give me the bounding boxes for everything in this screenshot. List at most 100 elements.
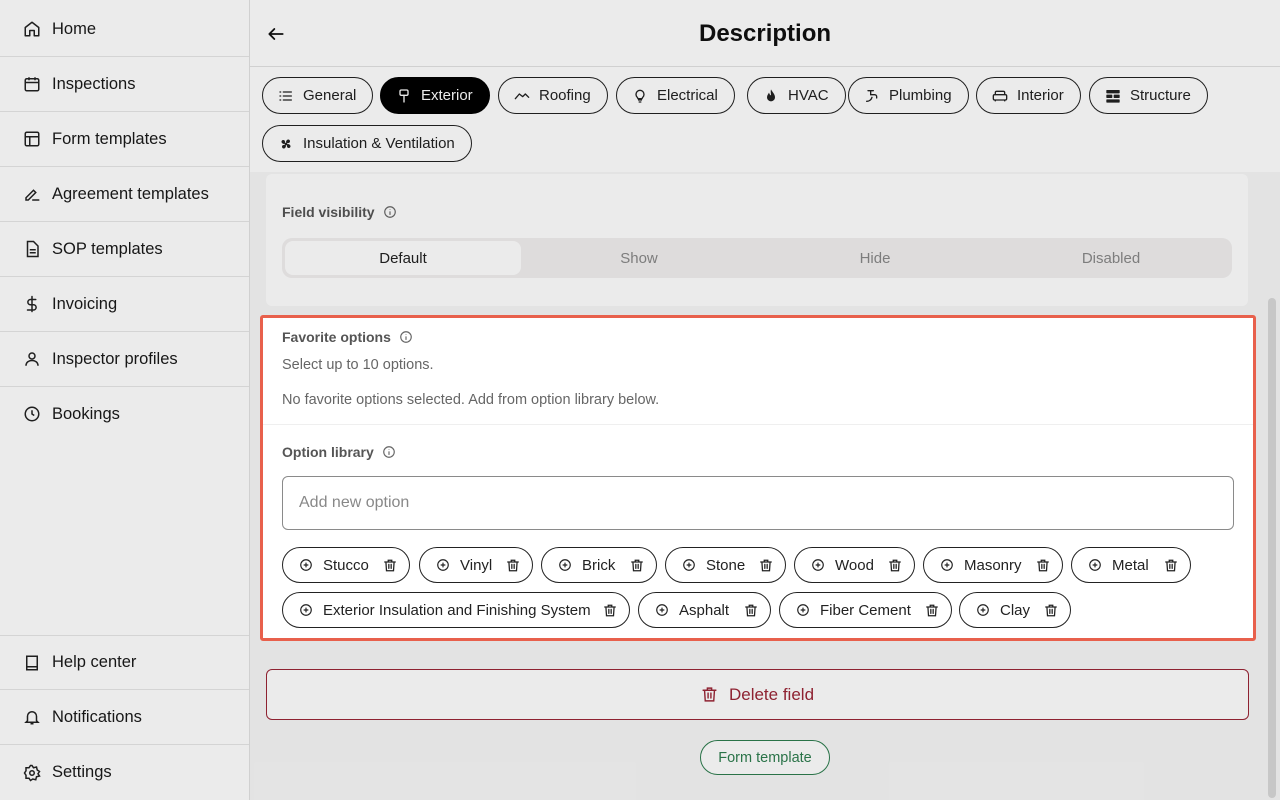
- sidebar: Home Inspections Form templates Agreemen…: [0, 0, 250, 800]
- sidebar-item-label: Help center: [52, 653, 137, 671]
- option-chip[interactable]: Stone: [665, 547, 786, 583]
- tab-plumbing[interactable]: Plumbing: [848, 77, 969, 114]
- option-library-label: Option library: [282, 444, 374, 460]
- plus-circle-icon[interactable]: [1088, 558, 1102, 572]
- option-chip-label: Fiber Cement: [820, 601, 911, 619]
- option-chip[interactable]: Asphalt: [638, 592, 771, 628]
- sidebar-item-inspector-profiles[interactable]: Inspector profiles: [0, 332, 249, 387]
- trash-icon[interactable]: [1036, 558, 1050, 573]
- visibility-option-disabled[interactable]: Disabled: [993, 241, 1229, 275]
- info-icon[interactable]: [382, 445, 396, 459]
- info-icon[interactable]: [383, 205, 397, 219]
- tab-exterior[interactable]: Exterior: [380, 77, 490, 114]
- sidebar-item-label: Home: [52, 19, 97, 38]
- sidebar-item-label: Form templates: [52, 129, 167, 148]
- plus-circle-icon[interactable]: [976, 603, 990, 617]
- plus-circle-icon[interactable]: [299, 603, 313, 617]
- roof-icon: [513, 87, 531, 105]
- trash-icon[interactable]: [630, 558, 644, 573]
- flame-icon: [762, 87, 780, 105]
- option-chip[interactable]: Wood: [794, 547, 915, 583]
- visibility-option-hide[interactable]: Hide: [757, 241, 993, 275]
- option-chip[interactable]: Vinyl: [419, 547, 533, 583]
- trash-icon[interactable]: [1164, 558, 1178, 573]
- scrollbar[interactable]: [1268, 298, 1276, 798]
- bell-icon: [22, 707, 42, 727]
- sidebar-item-home[interactable]: Home: [0, 2, 249, 57]
- trash-icon[interactable]: [744, 603, 758, 618]
- option-chip-label: Stone: [706, 556, 746, 574]
- option-chip[interactable]: Brick: [541, 547, 657, 583]
- plus-circle-icon[interactable]: [940, 558, 954, 572]
- tab-structure[interactable]: Structure: [1089, 77, 1208, 114]
- user-icon: [22, 349, 42, 369]
- option-chip-label: Vinyl: [460, 556, 493, 574]
- sofa-icon: [991, 87, 1009, 105]
- trash-icon[interactable]: [383, 558, 397, 573]
- brush-icon: [395, 87, 413, 105]
- lightbulb-icon: [631, 87, 649, 105]
- sidebar-item-sop-templates[interactable]: SOP templates: [0, 222, 249, 277]
- add-option-input[interactable]: [282, 476, 1234, 530]
- option-chip-label: Exterior Insulation and Finishing System: [323, 601, 591, 619]
- tab-insulation-ventilation[interactable]: Insulation & Ventilation: [262, 125, 472, 162]
- option-chip-label: Brick: [582, 556, 616, 574]
- trash-icon: [701, 685, 719, 704]
- option-chip[interactable]: Exterior Insulation and Finishing System: [282, 592, 630, 628]
- favorite-options-heading: Favorite options: [282, 329, 413, 345]
- option-chip[interactable]: Metal: [1071, 547, 1191, 583]
- sidebar-item-invoicing[interactable]: Invoicing: [0, 277, 249, 332]
- trash-icon[interactable]: [1044, 603, 1058, 618]
- tab-roofing[interactable]: Roofing: [498, 77, 608, 114]
- sidebar-item-inspections[interactable]: Inspections: [0, 57, 249, 112]
- gear-icon: [22, 763, 42, 783]
- tab-general[interactable]: General: [262, 77, 374, 114]
- delete-field-button[interactable]: Delete field: [266, 669, 1249, 720]
- sidebar-item-settings[interactable]: Settings: [0, 745, 249, 800]
- option-chip[interactable]: Clay: [959, 592, 1071, 628]
- tab-electrical[interactable]: Electrical: [616, 77, 735, 114]
- plus-circle-icon[interactable]: [299, 558, 313, 572]
- tab-label: Exterior: [421, 87, 473, 104]
- signature-icon: [22, 184, 42, 204]
- form-template-button[interactable]: Form template: [700, 740, 830, 775]
- field-visibility-label: Field visibility: [282, 204, 375, 220]
- plus-circle-icon[interactable]: [796, 603, 810, 617]
- plus-circle-icon[interactable]: [436, 558, 450, 572]
- tab-hvac[interactable]: HVAC: [747, 77, 846, 114]
- trash-icon[interactable]: [888, 558, 902, 573]
- sidebar-item-bookings[interactable]: Bookings: [0, 387, 249, 442]
- sidebar-item-label: Invoicing: [52, 294, 118, 313]
- trash-icon[interactable]: [506, 558, 520, 573]
- top-bar: Description: [250, 0, 1280, 67]
- option-chip[interactable]: Fiber Cement: [779, 592, 952, 628]
- visibility-option-show[interactable]: Show: [521, 241, 757, 275]
- trash-icon[interactable]: [759, 558, 773, 573]
- trash-icon[interactable]: [603, 603, 617, 618]
- trash-icon[interactable]: [925, 603, 939, 618]
- plus-circle-icon[interactable]: [655, 603, 669, 617]
- option-chip-label: Wood: [835, 556, 874, 574]
- document-icon: [22, 239, 42, 259]
- sidebar-item-form-templates[interactable]: Form templates: [0, 112, 249, 167]
- sidebar-item-agreement-templates[interactable]: Agreement templates: [0, 167, 249, 222]
- tab-interior[interactable]: Interior: [976, 77, 1081, 114]
- plus-circle-icon[interactable]: [558, 558, 572, 572]
- info-icon[interactable]: [399, 330, 413, 344]
- options-card: Favorite options Select up to 10 options…: [260, 315, 1256, 641]
- sidebar-spacer: [0, 441, 249, 634]
- plus-circle-icon[interactable]: [682, 558, 696, 572]
- favorite-options-hint: Select up to 10 options.: [282, 357, 434, 373]
- option-chip[interactable]: Masonry: [923, 547, 1063, 583]
- visibility-option-default[interactable]: Default: [285, 241, 521, 275]
- layout-icon: [22, 129, 42, 149]
- sidebar-item-notifications[interactable]: Notifications: [0, 690, 249, 745]
- fan-icon: [277, 135, 295, 153]
- bricks-icon: [1104, 87, 1122, 105]
- book-icon: [22, 653, 42, 673]
- sidebar-item-help-center[interactable]: Help center: [0, 635, 249, 690]
- option-chip[interactable]: Stucco: [282, 547, 410, 583]
- dollar-icon: [22, 294, 42, 314]
- plus-circle-icon[interactable]: [811, 558, 825, 572]
- tab-label: Roofing: [539, 87, 591, 104]
